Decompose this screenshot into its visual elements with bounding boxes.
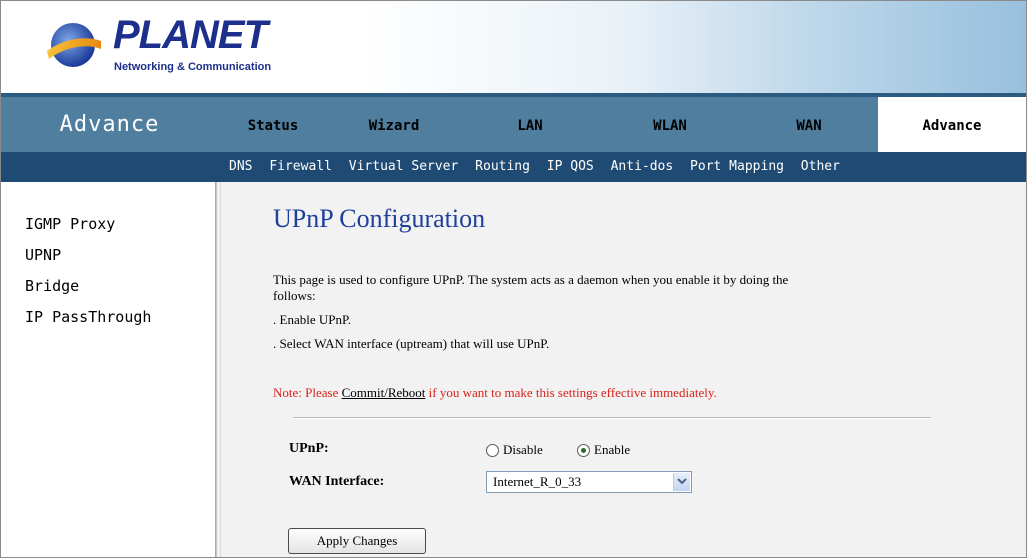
instruction-step-enable: . Enable UPnP.	[273, 312, 351, 327]
instruction-step-select-wan: . Select WAN interface (uptream) that wi…	[273, 336, 550, 351]
sidebar: IGMP Proxy UPNP Bridge IP PassThrough	[1, 182, 215, 557]
subnav-item-firewall[interactable]: Firewall	[269, 159, 332, 174]
main-nav: Advance Status Wizard LAN WLAN WAN Advan…	[1, 97, 1026, 152]
subnav-item-virtual-server[interactable]: Virtual Server	[349, 159, 459, 174]
wan-interface-label: WAN Interface:	[289, 474, 385, 489]
subnav-item-port-mapping[interactable]: Port Mapping	[690, 159, 784, 174]
upnp-disable-option[interactable]: Disable	[486, 441, 543, 459]
header-banner: PLANET Networking & Communication	[1, 1, 1026, 93]
page-title: UPnP Configuration	[273, 204, 486, 233]
logo-wordmark: PLANET	[113, 13, 268, 57]
logo-tagline: Networking & Communication	[114, 61, 272, 73]
page-description: This page is used to configure UPnP. The…	[273, 272, 789, 287]
tab-wlan[interactable]: WLAN	[600, 97, 740, 152]
subnav-item-dns[interactable]: DNS	[229, 159, 252, 174]
wan-interface-select[interactable]: Internet_R_0_33	[486, 471, 692, 493]
upnp-enable-option[interactable]: Enable	[577, 441, 630, 459]
dropdown-button[interactable]	[673, 473, 690, 491]
upnp-disable-radio[interactable]	[486, 443, 499, 457]
page-description-cont: follows:	[273, 288, 316, 303]
section-divider	[293, 417, 931, 419]
section-title: Advance	[59, 112, 160, 137]
subnav-item-anti-dos[interactable]: Anti-dos	[611, 159, 674, 174]
planet-globe-icon	[47, 23, 101, 67]
subnav-item-other[interactable]: Other	[801, 159, 840, 174]
sidebar-item-upnp[interactable]: UPNP	[25, 246, 61, 264]
note-prefix: Note: Please	[273, 385, 342, 400]
subnav-item-routing[interactable]: Routing	[475, 159, 530, 174]
sidebar-item-bridge[interactable]: Bridge	[25, 277, 79, 295]
subnav-item-ip-qos[interactable]: IP QOS	[547, 159, 594, 174]
commit-reboot-link[interactable]: Commit/Reboot	[342, 385, 426, 400]
sidebar-item-ip-passthrough[interactable]: IP PassThrough	[25, 308, 151, 326]
tab-wizard[interactable]: Wizard	[328, 97, 460, 152]
tab-status[interactable]: Status	[218, 97, 328, 152]
tab-advance[interactable]: Advance	[878, 97, 1026, 152]
upnp-label: UPnP:	[289, 441, 329, 456]
upnp-enable-radio[interactable]	[577, 443, 590, 457]
chevron-down-icon	[677, 478, 687, 485]
planet-logo: PLANET Networking & Communication	[41, 11, 281, 83]
tab-lan[interactable]: LAN	[460, 97, 600, 152]
sub-nav: DNS Firewall Virtual Server Routing IP Q…	[1, 152, 1026, 182]
tab-wan[interactable]: WAN	[740, 97, 878, 152]
router-admin-window: PLANET Networking & Communication Advanc…	[0, 0, 1027, 558]
note-text: Note: Please Commit/Reboot if you want t…	[273, 385, 717, 401]
sidebar-item-igmp-proxy[interactable]: IGMP Proxy	[25, 215, 115, 233]
note-suffix: if you want to make this settings effect…	[425, 385, 717, 400]
upnp-enable-label: Enable	[594, 442, 631, 457]
apply-changes-button[interactable]: Apply Changes	[288, 528, 426, 554]
wan-interface-value: Internet_R_0_33	[493, 474, 582, 489]
main-content: UPnP Configuration This page is used to …	[221, 182, 1026, 557]
upnp-disable-label: Disable	[503, 442, 543, 457]
